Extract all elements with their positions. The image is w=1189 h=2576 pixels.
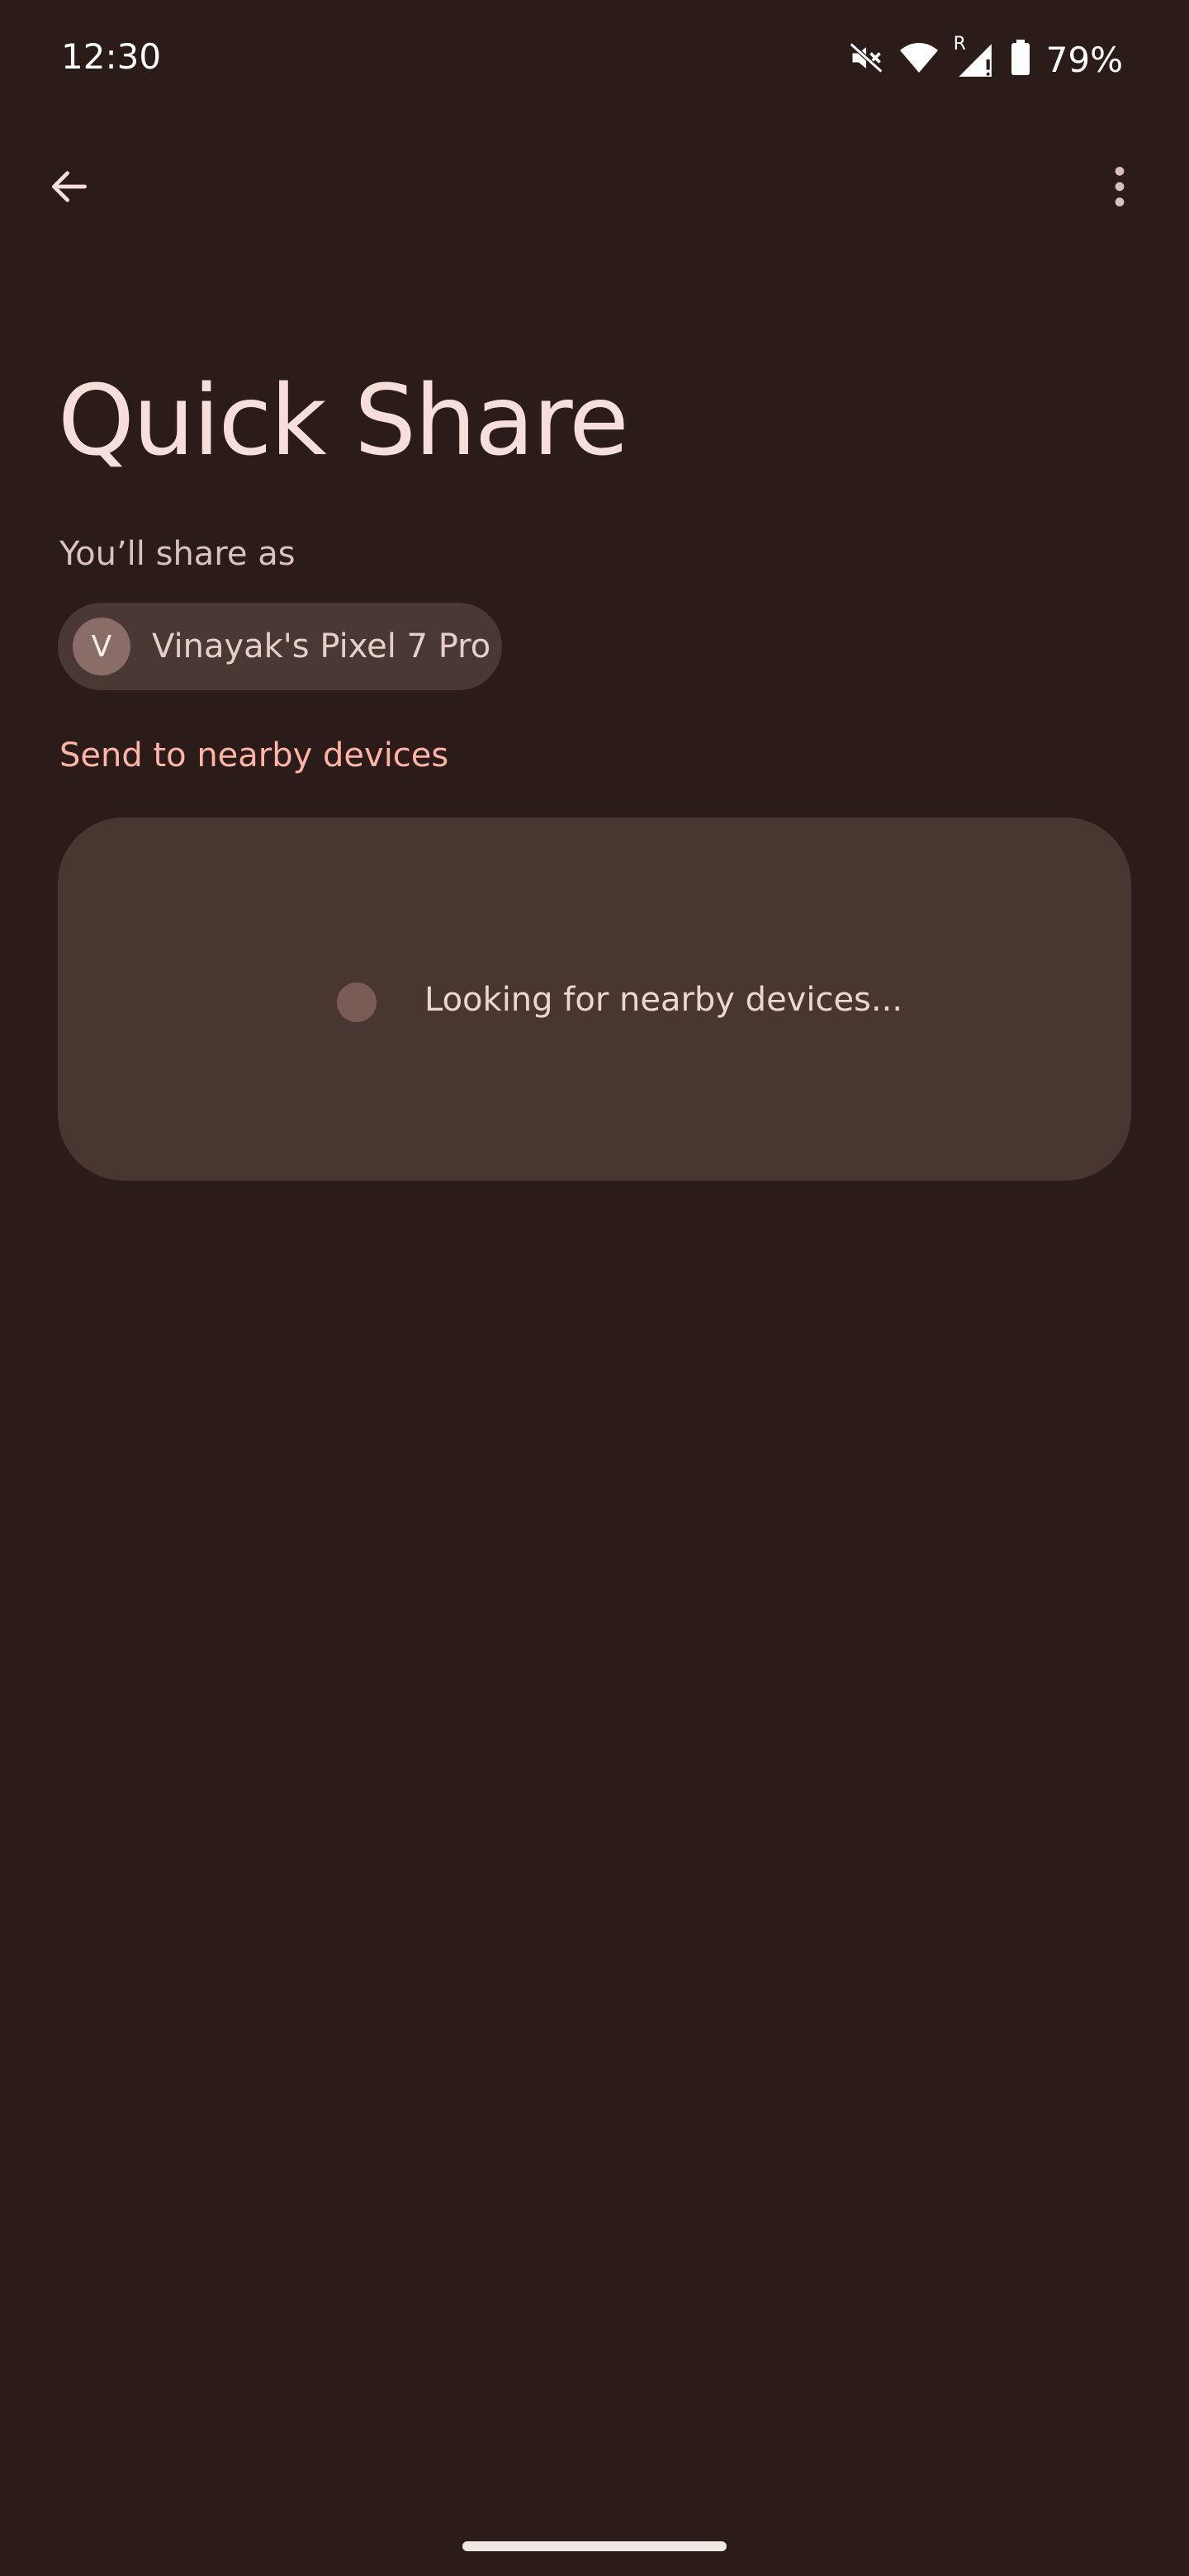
back-button[interactable] bbox=[30, 149, 109, 228]
share-as-label: You’ll share as bbox=[59, 535, 296, 573]
roaming-label: R bbox=[953, 34, 966, 54]
status-time: 12:30 bbox=[61, 36, 162, 77]
status-bar: 12:30 R 79% bbox=[0, 0, 1189, 116]
status-icons: R 79% bbox=[848, 34, 1123, 84]
wifi-icon bbox=[899, 40, 939, 80]
loading-spinner-icon bbox=[337, 983, 377, 1022]
battery-icon bbox=[1010, 39, 1031, 80]
signal-roaming-icon: R bbox=[954, 34, 995, 80]
mute-icon bbox=[848, 40, 884, 80]
device-name-chip[interactable]: V Vinayak's Pixel 7 Pro bbox=[58, 603, 502, 690]
device-name: Vinayak's Pixel 7 Pro bbox=[152, 627, 491, 665]
more-vert-icon bbox=[1113, 163, 1126, 214]
avatar: V bbox=[73, 618, 130, 675]
search-status-text: Looking for nearby devices... bbox=[424, 981, 903, 1019]
arrow-back-icon bbox=[46, 163, 92, 214]
home-indicator[interactable] bbox=[462, 2541, 727, 2551]
more-options-button[interactable] bbox=[1080, 149, 1159, 228]
page-title: Quick Share bbox=[58, 363, 629, 477]
battery-percent: 79% bbox=[1045, 39, 1123, 80]
section-heading: Send to nearby devices bbox=[59, 736, 449, 774]
